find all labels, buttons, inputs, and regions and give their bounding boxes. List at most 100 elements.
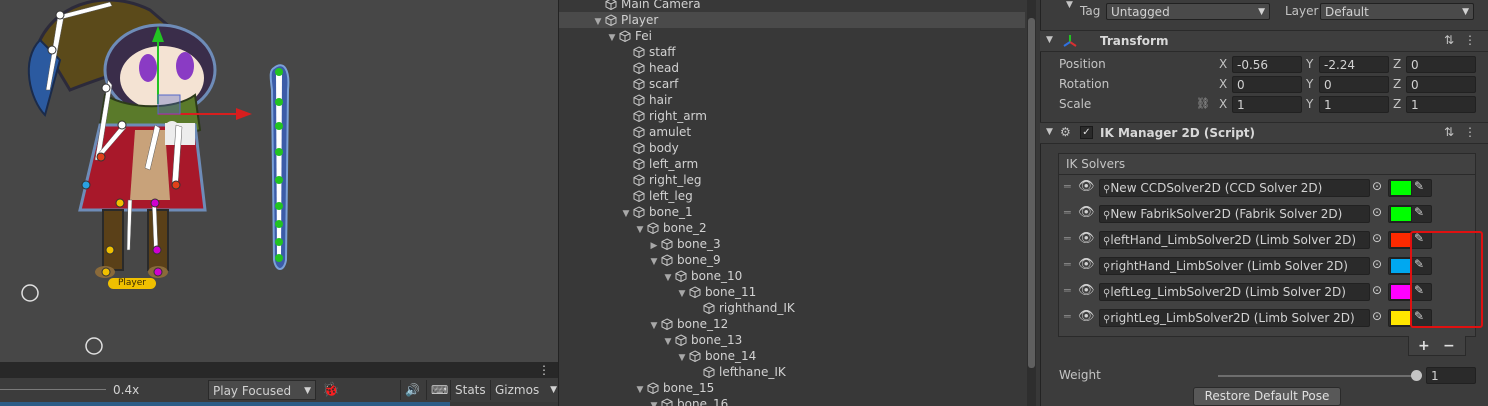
rotation-x-field[interactable]: 0 [1232,76,1302,93]
hierarchy-scrollbar-thumb[interactable] [1028,18,1035,368]
color-swatch[interactable] [1390,284,1412,300]
color-swatch[interactable] [1390,206,1412,222]
more-options-icon[interactable]: ⋮ [1464,33,1476,47]
add-solver-button[interactable]: + [1418,338,1430,354]
color-swatch[interactable] [1390,258,1412,274]
hierarchy-row[interactable]: scarf [559,76,1025,92]
weight-slider-thumb[interactable] [1411,370,1422,381]
hierarchy-row[interactable]: ▼ Fei [559,28,1025,44]
ik-solver-row[interactable]: ═ 👁 ⚲New CCDSolver2D (CCD Solver 2D) ⊙ ✎ [1062,177,1474,199]
scale-y-field[interactable]: 1 [1319,96,1389,113]
hierarchy-row[interactable]: right_leg [559,172,1025,188]
play-mode-dropdown[interactable]: Play Focused ▼ [208,380,316,400]
hierarchy-row[interactable]: staff [559,44,1025,60]
more-options-icon[interactable]: ⋮ [1464,125,1476,139]
eye-icon[interactable]: 👁 [1078,257,1095,272]
keyboard-toggle[interactable]: ⌨ [426,380,453,400]
hierarchy-row[interactable]: Main Camera [559,0,1025,12]
audio-toggle[interactable]: 🔊 [400,380,424,400]
presets-icon[interactable]: ⇅ [1444,33,1454,47]
weight-slider-track[interactable] [1218,375,1416,377]
hierarchy-row[interactable]: ▼ bone_9 [559,252,1025,268]
weight-field[interactable]: 1 [1426,367,1476,384]
ik-solver-row[interactable]: ═ 👁 ⚲New FabrikSolver2D (Fabrik Solver 2D)… [1062,203,1474,225]
gizmos-dropdown[interactable]: Gizmos ▼ [490,380,559,400]
eyedropper-icon[interactable]: ✎ [1414,205,1424,219]
layer-dropdown[interactable]: Default ▼ [1320,3,1474,20]
position-x-field[interactable]: -0.56 [1232,56,1302,73]
color-swatch[interactable] [1390,180,1412,196]
chevron-down-icon[interactable]: ▼ [1046,127,1053,137]
hierarchy-row[interactable]: ▼ bone_14 [559,348,1025,364]
drag-handle-icon[interactable]: ═ [1064,284,1071,297]
position-y-field[interactable]: -2.24 [1319,56,1389,73]
hierarchy-row[interactable]: ▼ bone_2 [559,220,1025,236]
drag-handle-icon[interactable]: ═ [1064,310,1071,323]
hierarchy-row[interactable]: ▼ bone_13 [559,332,1025,348]
color-swatch[interactable] [1390,310,1412,326]
hierarchy-row[interactable]: ▼ bone_15 [559,380,1025,396]
scale-slider[interactable] [0,389,106,390]
stats-button[interactable]: Stats [450,380,490,400]
drag-handle-icon[interactable]: ═ [1064,180,1071,193]
hierarchy-row[interactable]: hair [559,92,1025,108]
tag-dropdown[interactable]: Untagged ▼ [1106,3,1270,20]
color-swatch[interactable] [1390,232,1412,248]
hierarchy-row[interactable]: righthand_IK [559,300,1025,316]
eye-icon[interactable]: 👁 [1078,205,1095,220]
scale-x-field[interactable]: 1 [1232,96,1302,113]
ik-manager-header[interactable]: ▼ ⚙ ✓ IK Manager 2D (Script) ⇅ ⋮ [1040,122,1488,144]
hierarchy-row[interactable]: ▼ bone_16 [559,396,1025,406]
solver-object-field[interactable]: ⚲rightLeg_LimbSolver2D (Limb Solver 2D) [1099,309,1370,327]
hierarchy-row[interactable]: ▼ bone_11 [559,284,1025,300]
target-icon[interactable]: ⊙ [1372,205,1382,219]
hierarchy-row[interactable]: ▶ bone_3 [559,236,1025,252]
solver-object-field[interactable]: ⚲rightHand_LimbSolver (Limb Solver 2D) [1099,257,1370,275]
hierarchy-row[interactable]: head [559,60,1025,76]
hierarchy-row[interactable]: left_arm [559,156,1025,172]
hierarchy-row[interactable]: right_arm [559,108,1025,124]
hierarchy-row[interactable]: ▼ Player [559,12,1025,28]
eyedropper-icon[interactable]: ✎ [1414,179,1424,193]
target-icon[interactable]: ⊙ [1372,179,1382,193]
drag-handle-icon[interactable]: ═ [1064,258,1071,271]
hierarchy-row[interactable]: ▼ bone_10 [559,268,1025,284]
solver-object-field[interactable]: ⚲New CCDSolver2D (CCD Solver 2D) [1099,179,1370,197]
target-icon[interactable]: ⊙ [1372,231,1382,245]
hierarchy-row[interactable]: amulet [559,124,1025,140]
remove-solver-button[interactable]: − [1443,338,1455,354]
bug-icon[interactable]: 🐞 [322,380,339,400]
drag-handle-icon[interactable]: ═ [1064,232,1071,245]
scene-canvas[interactable] [0,0,558,362]
target-icon[interactable]: ⊙ [1372,309,1382,323]
scale-z-field[interactable]: 1 [1406,96,1476,113]
enabled-checkbox[interactable]: ✓ [1080,126,1093,139]
scene-view[interactable]: Player [0,0,558,362]
position-z-field[interactable]: 0 [1406,56,1476,73]
more-options-icon[interactable]: ⋮ [538,362,550,378]
eye-icon[interactable]: 👁 [1078,283,1095,298]
rotation-z-field[interactable]: 0 [1406,76,1476,93]
eye-icon[interactable]: 👁 [1078,309,1095,324]
ik-solvers-divider [1058,174,1476,175]
solver-object-field[interactable]: ⚲New FabrikSolver2D (Fabrik Solver 2D) [1099,205,1370,223]
hierarchy-row[interactable]: left_leg [559,188,1025,204]
target-icon[interactable]: ⊙ [1372,283,1382,297]
chevron-down-icon[interactable]: ▼ [1046,35,1053,45]
solver-object-field[interactable]: ⚲leftHand_LimbSolver2D (Limb Solver 2D) [1099,231,1370,249]
solver-object-field[interactable]: ⚲leftLeg_LimbSolver2D (Limb Solver 2D) [1099,283,1370,301]
hierarchy-row[interactable]: lefthane_IK [559,364,1025,380]
restore-default-pose-button[interactable]: Restore Default Pose [1193,387,1341,406]
hierarchy-row[interactable]: body [559,140,1025,156]
rotation-y-field[interactable]: 0 [1319,76,1389,93]
transform-header[interactable]: ▼ Transform ⇅ ⋮ [1040,30,1488,52]
eye-icon[interactable]: 👁 [1078,179,1095,194]
link-icon[interactable]: ⛓ [1196,97,1210,110]
drag-handle-icon[interactable]: ═ [1064,206,1071,219]
expand-arrow-icon[interactable]: ▼ [649,398,659,406]
presets-icon[interactable]: ⇅ [1444,125,1454,139]
eye-icon[interactable]: 👁 [1078,231,1095,246]
hierarchy-row[interactable]: ▼ bone_1 [559,204,1025,220]
target-icon[interactable]: ⊙ [1372,257,1382,271]
hierarchy-row[interactable]: ▼ bone_12 [559,316,1025,332]
